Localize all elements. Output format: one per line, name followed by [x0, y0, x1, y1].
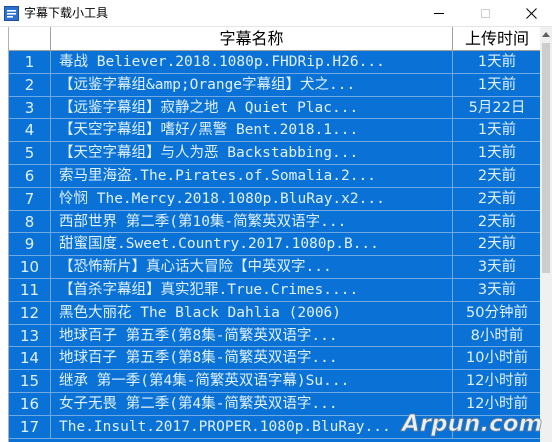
- subtitle-name: 甜蜜国度.Sweet.Country.2017.1080p.B...: [51, 233, 453, 256]
- row-index: 6: [9, 164, 51, 187]
- subtitle-name: 女子无畏 第二季(第4集-简繁英双语字...: [51, 392, 453, 415]
- upload-time: 8小时前: [470, 327, 524, 344]
- vertical-scrollbar[interactable]: [540, 27, 552, 442]
- subtitle-list[interactable]: 字幕名称 上传时间 1 毒战 Believer.2018.1080p.FHDRip…: [8, 27, 541, 442]
- row-index: 5: [9, 142, 51, 165]
- row-index: 10: [9, 256, 51, 279]
- upload-time: 12小时前: [466, 395, 528, 412]
- table-row[interactable]: 5 【天空字幕组】与人为恶 Backstabbing... 1天前: [9, 142, 541, 165]
- table-row[interactable]: 12 黑色大丽花 The Black Dahlia (2006) 50分钟前: [9, 301, 541, 325]
- table-row[interactable]: 11 【首杀字幕组】真实犯罪.True.Crimes.... 3天前: [9, 278, 541, 302]
- table-row[interactable]: 16 女子无畏 第二季(第4集-简繁英双语字... 12小时前: [9, 392, 541, 416]
- upload-time: 1天前: [477, 145, 517, 162]
- row-index: 13: [9, 324, 51, 347]
- subtitle-name: 【远鉴字幕组&amp;Orange字幕组】犬之...: [51, 73, 453, 96]
- upload-time: 1天前: [477, 54, 517, 70]
- app-window: 字幕下载小工具 字幕名称 上传时间 1 毒战 Believer.2018.1080…: [0, 0, 552, 442]
- row-index: 16: [9, 392, 51, 415]
- table-row[interactable]: 13 地球百子 第五季(第8集-简繁英双语字... 8小时前: [9, 324, 541, 348]
- upload-time: 2天前: [477, 190, 517, 207]
- upload-time: 1天前: [477, 76, 517, 93]
- title-bar[interactable]: 字幕下载小工具: [0, 0, 552, 27]
- subtitle-name: 【恐怖新片】真心话大冒险【中英双字...: [51, 256, 453, 279]
- row-index: 12: [9, 301, 51, 324]
- column-header-name[interactable]: 字幕名称: [51, 27, 453, 50]
- maximize-icon: [480, 8, 490, 18]
- upload-time: 12小时前: [466, 373, 528, 390]
- subtitle-name: 毒战 Believer.2018.1080p.FHDRip.H26...: [51, 51, 453, 73]
- subtitle-name: 【天空字幕组】嗜好/黑警 Bent.2018.1...: [51, 119, 453, 142]
- column-header-index[interactable]: [9, 27, 51, 50]
- column-header-time[interactable]: 上传时间: [453, 27, 541, 50]
- row-index: 11: [9, 278, 51, 301]
- subtitle-name: 继承 第一季(第4集-简繁英双语字幕)Su...: [51, 370, 453, 393]
- upload-time: 3天前: [477, 259, 517, 276]
- row-index: 17: [9, 415, 51, 438]
- upload-time: 3天前: [477, 281, 517, 298]
- subtitle-name: 怜悯 The.Mercy.2018.1080p.BluRay.x2...: [51, 187, 453, 210]
- table-row[interactable]: 6 索马里海盗.The.Pirates.of.Somalia.2... 2天前: [9, 164, 541, 188]
- table-row[interactable]: 9 甜蜜国度.Sweet.Country.2017.1080p.B... 2天前: [9, 233, 541, 257]
- row-index: 8: [9, 210, 51, 233]
- table-row[interactable]: 4 【天空字幕组】嗜好/黑警 Bent.2018.1... 1天前: [9, 119, 541, 143]
- upload-time: 10小时前: [466, 350, 528, 367]
- table-body: 1 毒战 Believer.2018.1080p.FHDRip.H26... 1天前…: [9, 51, 541, 439]
- subtitle-name: 地球百子 第五季(第8集-简繁英双语字...: [51, 347, 453, 370]
- table-row[interactable]: 17 The.Insult.2017.PROPER.1080p.BluRay...: [9, 415, 541, 439]
- row-index: 15: [9, 370, 51, 393]
- table-header: 字幕名称 上传时间: [9, 27, 541, 51]
- table-row[interactable]: 3 【远鉴字幕组】寂静之地 A Quiet Plac... 5月22日: [9, 96, 541, 120]
- subtitle-name: 【天空字幕组】与人为恶 Backstabbing...: [51, 142, 453, 165]
- window-title: 字幕下载小工具: [24, 6, 109, 20]
- chevron-up-icon: [542, 31, 550, 37]
- row-index: 14: [9, 347, 51, 370]
- subtitle-name: 索马里海盗.The.Pirates.of.Somalia.2...: [51, 164, 453, 187]
- row-index: 2: [9, 73, 51, 96]
- upload-time: 2天前: [477, 167, 517, 184]
- minimize-icon: [434, 12, 444, 14]
- table-row[interactable]: 1 毒战 Believer.2018.1080p.FHDRip.H26... 1天前: [9, 51, 541, 74]
- row-index: 1: [9, 51, 51, 73]
- subtitle-name: 【远鉴字幕组】寂静之地 A Quiet Plac...: [51, 96, 453, 119]
- subtitle-name: The.Insult.2017.PROPER.1080p.BluRay...: [51, 415, 453, 438]
- table-row[interactable]: 15 继承 第一季(第4集-简繁英双语字幕)Su... 12小时前: [9, 370, 541, 393]
- table-row[interactable]: 8 西部世界 第二季(第10集-简繁英双语字... 2天前: [9, 210, 541, 234]
- app-icon: [4, 6, 19, 21]
- table-row[interactable]: 2 【远鉴字幕组&amp;Orange字幕组】犬之... 1天前: [9, 73, 541, 97]
- row-index: 3: [9, 96, 51, 119]
- scroll-thumb[interactable]: [542, 43, 550, 273]
- upload-time: 1天前: [477, 122, 517, 139]
- subtitle-name: 【首杀字幕组】真实犯罪.True.Crimes....: [51, 278, 453, 301]
- row-index: 4: [9, 119, 51, 142]
- close-button[interactable]: [508, 0, 552, 26]
- table-row[interactable]: 10 【恐怖新片】真心话大冒险【中英双字... 3天前: [9, 256, 541, 279]
- scroll-up-button[interactable]: [540, 27, 552, 41]
- row-index: 7: [9, 187, 51, 210]
- minimize-button[interactable]: [416, 0, 462, 26]
- subtitle-name: 地球百子 第五季(第8集-简繁英双语字...: [51, 324, 453, 347]
- upload-time: 5月22日: [468, 99, 526, 116]
- upload-time: 2天前: [477, 236, 517, 253]
- close-icon: [525, 7, 537, 19]
- row-index: 9: [9, 233, 51, 256]
- maximize-button[interactable]: [462, 0, 508, 26]
- subtitle-name: 黑色大丽花 The Black Dahlia (2006): [51, 301, 453, 324]
- table-row[interactable]: 14 地球百子 第五季(第8集-简繁英双语字... 10小时前: [9, 347, 541, 371]
- subtitle-name: 西部世界 第二季(第10集-简繁英双语字...: [51, 210, 453, 233]
- table-row[interactable]: 7 怜悯 The.Mercy.2018.1080p.BluRay.x2... 2天前: [9, 187, 541, 211]
- upload-time: [453, 416, 541, 438]
- upload-time: 50分钟前: [466, 304, 528, 321]
- upload-time: 2天前: [477, 213, 517, 230]
